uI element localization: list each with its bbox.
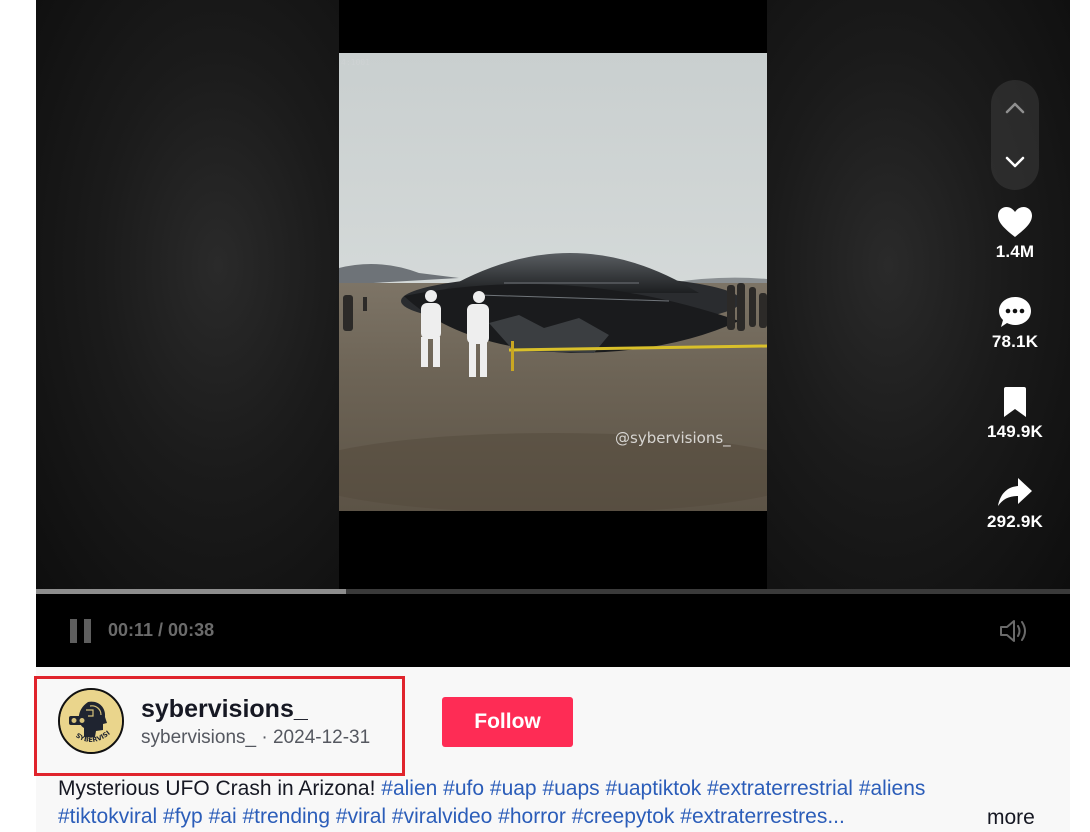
video-blur-background-left [36, 0, 339, 590]
hashtag-link[interactable]: #extraterrestrial [707, 777, 853, 800]
like-action: 1.4M [970, 202, 1060, 262]
comment-icon [999, 297, 1031, 327]
hashtag-link[interactable]: #uap [490, 777, 537, 800]
hashtag-link[interactable]: #alien [381, 777, 437, 800]
follow-button[interactable]: Follow [442, 697, 573, 747]
video-description-line-2: #tiktokviral #fyp #ai #trending #viral #… [58, 805, 845, 829]
video-corner-stamp: 4:1001 [341, 58, 370, 67]
share-action: 292.9K [970, 472, 1060, 532]
hashtag-link[interactable]: #trending [242, 805, 330, 828]
hashtag-link[interactable]: #extraterrestres... [680, 805, 845, 828]
comment-count: 78.1K [991, 332, 1039, 351]
save-action: 149.9K [970, 382, 1060, 442]
author-subline: sybervisions_ · 2024-12-31 [141, 727, 371, 748]
hashtag-link[interactable]: #viral [336, 805, 386, 828]
hashtag-link[interactable]: #horror [498, 805, 566, 828]
share-icon [998, 478, 1032, 506]
hashtag-link[interactable]: #aliens [859, 777, 926, 800]
video-player[interactable]: 4:1001 @sybervisions_ 1.4M 78.1K 149.9K … [36, 0, 1070, 667]
video-navigation [991, 80, 1039, 190]
hashtag-link[interactable]: #ufo [443, 777, 484, 800]
sybervisions-logo-icon: SYBERVISIONS [60, 690, 122, 752]
more-button[interactable]: more [987, 806, 1035, 830]
pause-icon [70, 619, 77, 643]
video-progress-fill [36, 589, 347, 594]
chevron-up-icon [1005, 102, 1025, 114]
comment-action: 78.1K [970, 292, 1060, 352]
volume-button[interactable] [998, 617, 1030, 645]
author-username[interactable]: sybervisions_ [141, 695, 308, 724]
hashtag-link[interactable]: #viralvideo [392, 805, 492, 828]
hashtag-link[interactable]: #tiktokviral [58, 805, 157, 828]
chevron-down-icon [1005, 156, 1025, 168]
share-button[interactable] [970, 472, 1060, 512]
hashtag-link[interactable]: #uaps [542, 777, 599, 800]
hashtag-link[interactable]: #ai [209, 805, 237, 828]
video-progress-bar[interactable] [36, 589, 1070, 594]
pause-button[interactable] [68, 618, 94, 644]
save-button[interactable] [970, 382, 1060, 422]
heart-icon [998, 207, 1032, 237]
volume-icon [1000, 620, 1026, 642]
share-count: 292.9K [986, 512, 1044, 531]
hashtag-link[interactable]: #uaptiktok [606, 777, 702, 800]
next-video-button[interactable] [991, 142, 1039, 182]
video-watermark: @sybervisions_ [615, 429, 731, 447]
avatar[interactable]: SYBERVISIONS [58, 688, 124, 754]
previous-video-button[interactable] [991, 88, 1039, 128]
hashtags-line-1: #alien #ufo #uap #uaps #uaptiktok #extra… [381, 777, 925, 800]
video-description-line-1: Mysterious UFO Crash in Arizona! #alien … [58, 777, 925, 801]
like-button[interactable] [970, 202, 1060, 242]
video-title: Mysterious UFO Crash in Arizona! [58, 777, 382, 800]
video-frame[interactable]: 4:1001 @sybervisions_ [339, 53, 767, 511]
hashtag-link[interactable]: #creepytok [572, 805, 675, 828]
video-time: 00:11 / 00:38 [108, 620, 215, 640]
save-count: 149.9K [986, 422, 1044, 441]
hashtags-line-2: #tiktokviral #fyp #ai #trending #viral #… [58, 805, 845, 828]
hashtag-link[interactable]: #fyp [163, 805, 203, 828]
bookmark-icon [1004, 387, 1026, 417]
comment-button[interactable] [970, 292, 1060, 332]
like-count: 1.4M [995, 242, 1035, 261]
